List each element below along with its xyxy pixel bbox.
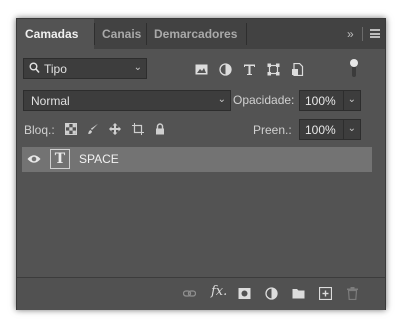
chevron-down-icon: ⌄ [217,94,226,105]
smart-object-filter-icon[interactable] [291,63,304,76]
filter-toggle-switch[interactable] [350,59,358,79]
lock-artboard-icon[interactable] [132,123,144,135]
search-icon [29,62,40,74]
type-filter-icon[interactable] [243,63,256,76]
new-adjustment-icon[interactable] [265,287,278,300]
opacity-value: 100% [305,94,336,108]
panel-menu-icon[interactable] [370,29,380,38]
collapse-panel-icon[interactable]: » [347,19,354,49]
blend-mode-value: Normal [31,94,70,108]
lock-label: Bloq.: [24,123,55,137]
layers-footer: fx. [17,277,385,310]
new-group-icon[interactable] [292,287,305,300]
chevron-down-icon: ⌄ [133,62,142,73]
filter-kind-value: Tipo [44,62,67,76]
toggle-knob [350,59,358,67]
fill-dropdown-button[interactable]: ⌄ [343,120,360,139]
layer-row[interactable]: T SPACE [22,147,372,172]
layers-panel: Camadas Canais Demarcadores » Tipo ⌄ Nor… [16,18,386,310]
tab-camadas[interactable]: Camadas [17,19,94,49]
new-layer-icon[interactable] [319,287,332,300]
lock-transparent-pixels-icon[interactable] [65,123,77,135]
chevron-down-icon: ⌄ [347,94,356,105]
visibility-eye-icon[interactable] [27,154,41,164]
shape-filter-icon[interactable] [267,63,280,76]
opacity-label: Opacidade: [233,93,295,107]
add-mask-icon[interactable] [238,287,251,300]
adjustment-filter-icon[interactable] [219,63,232,76]
layer-name: SPACE [79,152,119,166]
chevron-down-icon: ⌄ [347,123,356,134]
text-layer-thumbnail-icon: T [50,149,70,169]
fill-label: Preen.: [253,123,292,137]
fx-icon[interactable]: fx. [211,284,227,299]
lock-position-icon[interactable] [109,123,121,135]
opacity-dropdown-button[interactable]: ⌄ [343,91,360,110]
fill-value: 100% [305,123,336,137]
lock-image-pixels-icon[interactable] [87,123,99,135]
tab-demarcadores[interactable]: Demarcadores [146,19,246,49]
delete-icon[interactable] [346,287,359,300]
lock-all-icon[interactable] [154,123,166,135]
link-layers-icon[interactable] [183,287,196,300]
panel-tab-bar: Camadas Canais Demarcadores » [17,19,385,49]
fill-field[interactable]: 100% ⌄ [299,119,361,140]
blend-mode-select[interactable]: Normal ⌄ [23,90,231,111]
tab-divider [246,23,247,45]
layer-filter-kind-select[interactable]: Tipo ⌄ [23,58,147,79]
opacity-field[interactable]: 100% ⌄ [299,90,361,111]
tabbar-divider [362,27,363,41]
image-filter-icon[interactable] [195,63,208,76]
tab-canais[interactable]: Canais [94,19,146,49]
